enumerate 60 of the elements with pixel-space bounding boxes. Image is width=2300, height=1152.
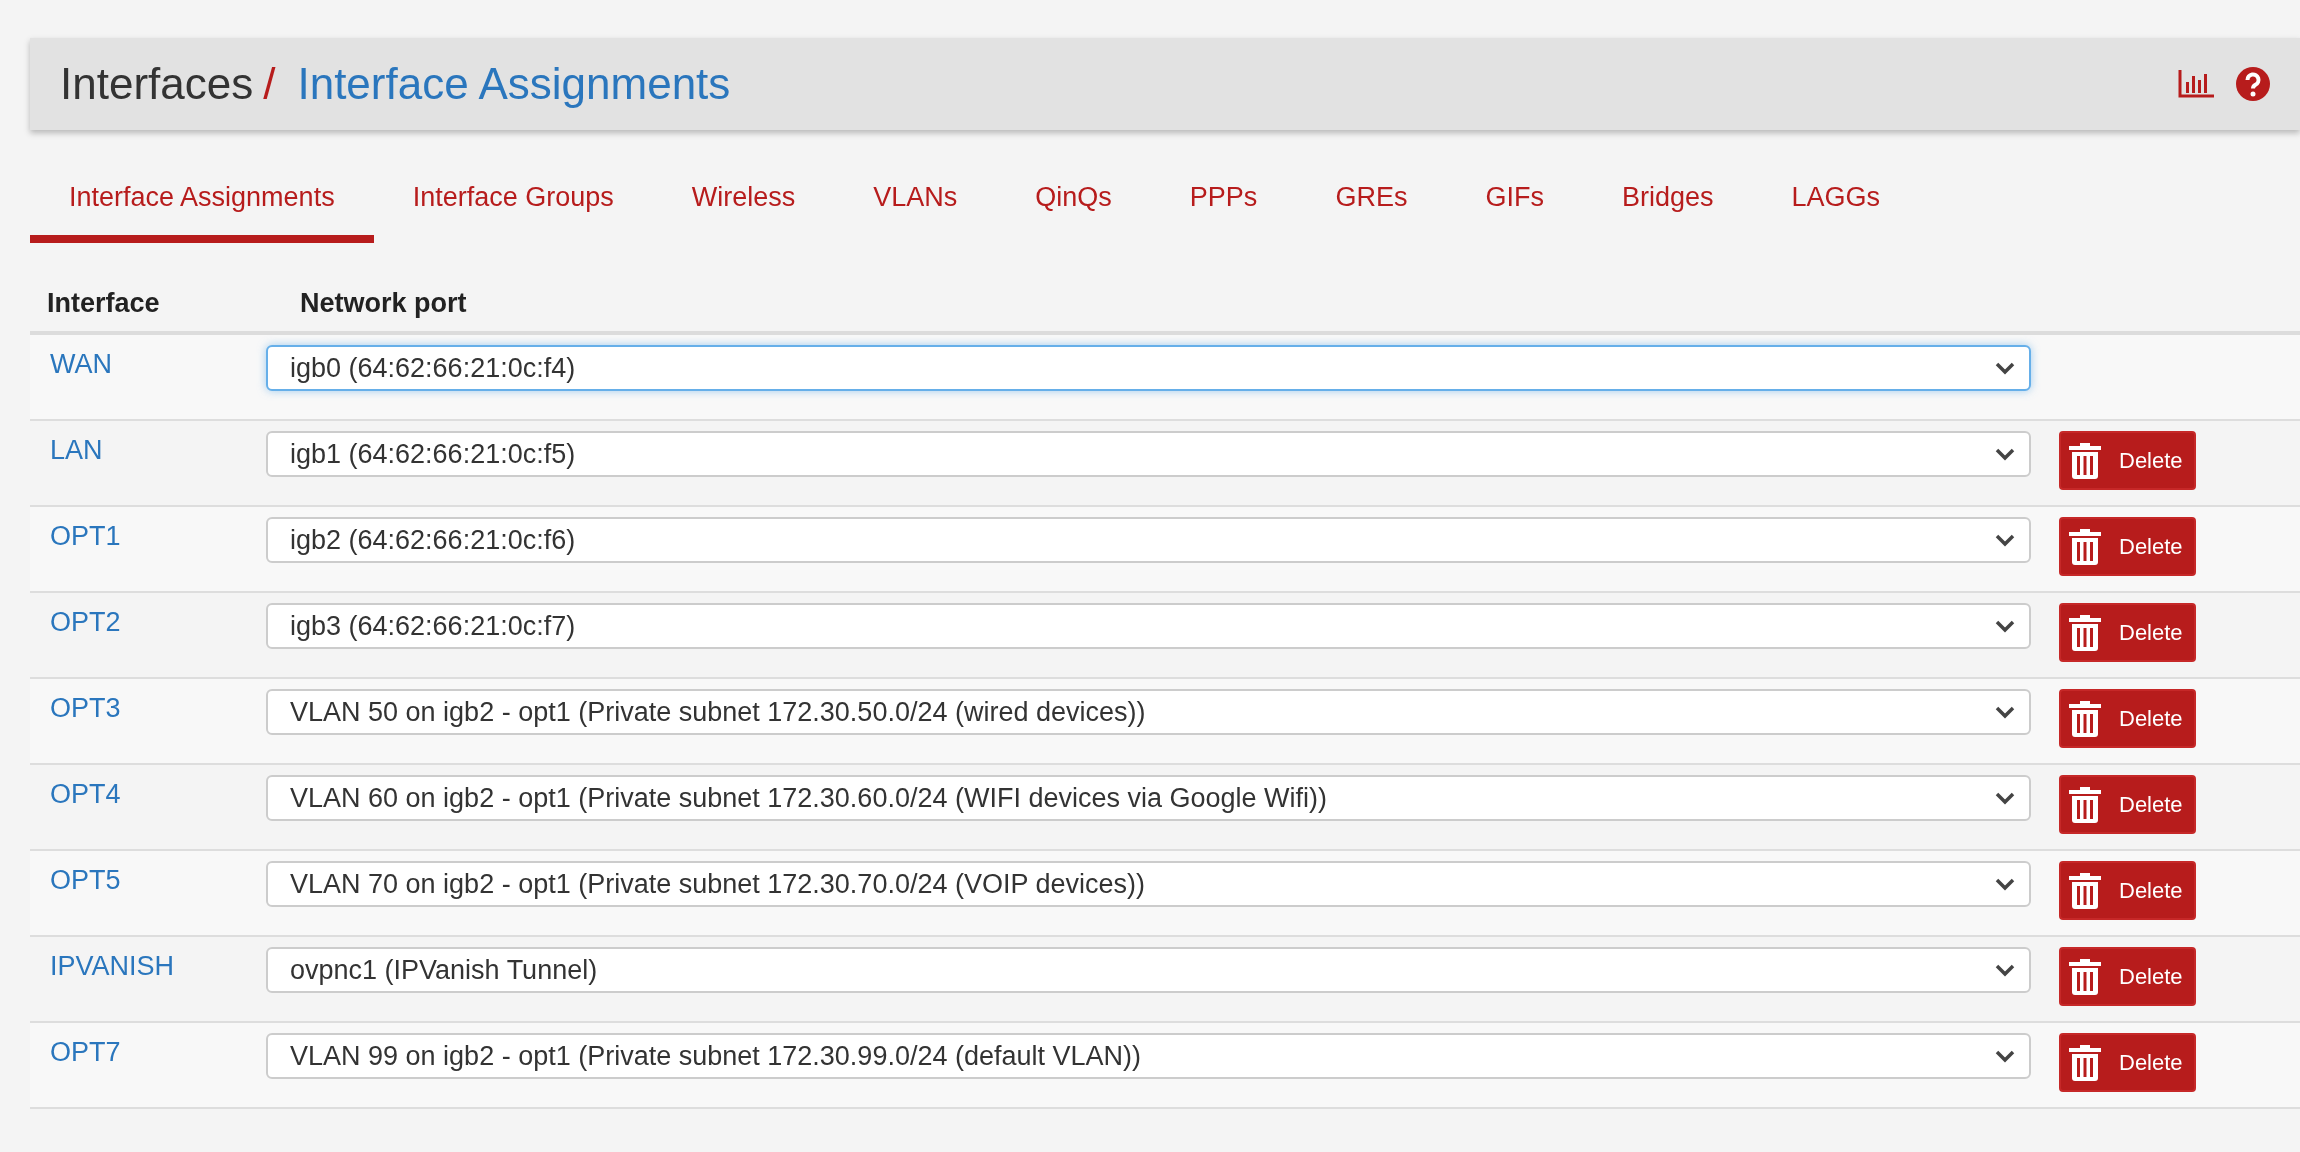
- network-port-select[interactable]: VLAN 70 on igb2 - opt1 (Private subnet 172.30.70.0/24 (VOIP devices)): [266, 861, 2031, 907]
- network-port-select[interactable]: VLAN 50 on igb2 - opt1 (Private subnet 172.30.50.0/24 (wired devices)): [266, 689, 2031, 735]
- breadcrumb-parent: Interfaces: [60, 59, 254, 109]
- trash-icon: [2069, 700, 2101, 737]
- delete-button[interactable]: Delete: [2059, 689, 2196, 748]
- tab[interactable]: Interface Assignments: [30, 164, 374, 243]
- network-port-select[interactable]: igb3 (64:62:66:21:0c:f7): [266, 603, 2031, 649]
- column-header: Interface: [46, 287, 161, 319]
- bar-chart-icon[interactable]: [2178, 70, 2214, 98]
- tab[interactable]: Wireless: [652, 164, 835, 243]
- interface-link[interactable]: OPT4: [30, 775, 266, 810]
- network-port-select[interactable]: VLAN 99 on igb2 - opt1 (Private subnet 172.30.99.0/24 (default VLAN)): [266, 1033, 2031, 1079]
- delete-button[interactable]: Delete: [2059, 603, 2196, 662]
- interface-link[interactable]: OPT5: [30, 861, 266, 896]
- delete-button[interactable]: Delete: [2059, 947, 2196, 1006]
- chevron-down-icon: [1995, 533, 2015, 547]
- chevron-down-icon: [1995, 361, 2015, 375]
- tab[interactable]: QinQs: [996, 164, 1151, 243]
- trash-icon: [2069, 786, 2101, 823]
- chevron-down-icon: [1995, 791, 2015, 805]
- network-port-select[interactable]: igb2 (64:62:66:21:0c:f6): [266, 517, 2031, 563]
- network-port-select[interactable]: VLAN 60 on igb2 - opt1 (Private subnet 172.30.60.0/24 (WIFI devices via Google Wifi)): [266, 775, 2031, 821]
- help-icon[interactable]: [2236, 67, 2270, 101]
- breadcrumb-current[interactable]: Interface Assignments: [297, 59, 731, 109]
- tab[interactable]: Bridges: [1582, 164, 1753, 243]
- interface-link[interactable]: OPT1: [30, 517, 266, 552]
- trash-icon: [2069, 872, 2101, 909]
- delete-button[interactable]: Delete: [2059, 775, 2196, 834]
- interface-link[interactable]: OPT3: [30, 689, 266, 724]
- tab[interactable]: VLANs: [834, 164, 997, 243]
- tab[interactable]: GIFs: [1446, 164, 1583, 243]
- interface-link[interactable]: OPT2: [30, 603, 266, 638]
- trash-icon: [2069, 614, 2101, 651]
- tab[interactable]: LAGGs: [1752, 164, 1919, 243]
- chevron-down-icon: [1995, 619, 2015, 633]
- delete-button[interactable]: Delete: [2059, 861, 2196, 920]
- column-header: Network port: [299, 287, 468, 319]
- delete-button[interactable]: Delete: [2059, 517, 2196, 576]
- tab[interactable]: Interface Groups: [373, 164, 653, 243]
- tab[interactable]: PPPs: [1150, 164, 1297, 243]
- interface-link[interactable]: IPVANISH: [30, 947, 266, 982]
- delete-button[interactable]: Delete: [2059, 431, 2196, 490]
- trash-icon: [2069, 958, 2101, 995]
- breadcrumb-separator: /: [263, 59, 276, 109]
- chevron-down-icon: [1995, 963, 2015, 977]
- network-port-select[interactable]: ovpnc1 (IPVanish Tunnel): [266, 947, 2031, 993]
- delete-button[interactable]: Delete: [2059, 1033, 2196, 1092]
- chevron-down-icon: [1995, 705, 2015, 719]
- chevron-down-icon: [1995, 877, 2015, 891]
- chevron-down-icon: [1995, 1049, 2015, 1063]
- network-port-select[interactable]: igb0 (64:62:66:21:0c:f4): [266, 345, 2031, 391]
- trash-icon: [2069, 1044, 2101, 1081]
- interface-link[interactable]: LAN: [30, 431, 266, 466]
- interface-link[interactable]: WAN: [30, 345, 266, 380]
- chevron-down-icon: [1995, 447, 2015, 461]
- tab[interactable]: GREs: [1296, 164, 1447, 243]
- interface-link[interactable]: OPT7: [30, 1033, 266, 1068]
- trash-icon: [2069, 442, 2101, 479]
- trash-icon: [2069, 528, 2101, 565]
- network-port-select[interactable]: igb1 (64:62:66:21:0c:f5): [266, 431, 2031, 477]
